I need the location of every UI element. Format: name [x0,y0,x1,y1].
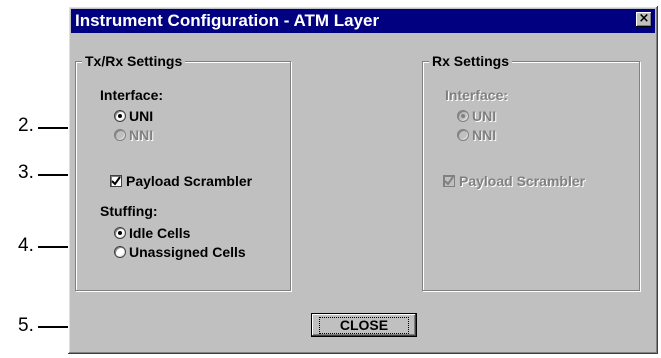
window-title: Instrument Configuration - ATM Layer [75,11,380,30]
radio-button-icon [114,129,126,141]
close-button[interactable]: CLOSE [311,313,417,337]
callout-4: 4. [18,235,34,256]
stuffing-unassigned-cells-label: Unassigned Cells [129,244,246,260]
rx-settings-legend: Rx Settings [429,52,513,70]
txrx-interface-uni-label: UNI [129,108,154,124]
title-bar[interactable]: Instrument Configuration - ATM Layer × [71,9,655,33]
stuffing-unassigned-cells-radio[interactable]: Unassigned Cells [114,243,246,261]
rx-interface-uni-radio[interactable]: UNI [457,107,496,125]
checkbox-checked-icon [443,175,455,187]
txrx-settings-group: Tx/Rx Settings Interface: UNI NNI Payloa… [75,52,291,291]
rx-payload-scrambler-checkbox[interactable]: Payload Scrambler [443,172,585,190]
close-icon[interactable]: × [636,12,652,27]
txrx-interface-label: Interface: [100,87,164,103]
rx-interface-nni-label: NNI [472,127,497,143]
txrx-interface-uni-radio[interactable]: UNI [114,107,153,125]
txrx-settings-legend: Tx/Rx Settings [82,52,186,70]
rx-interface-nni-radio[interactable]: NNI [457,126,496,144]
callout-5: 5. [18,315,34,336]
radio-button-icon [114,246,126,258]
rx-payload-scrambler-label: Payload Scrambler [459,173,586,189]
close-button-label: CLOSE [318,316,410,334]
radio-button-icon [114,227,126,239]
stuffing-idle-cells-label: Idle Cells [129,225,191,241]
txrx-payload-scrambler-label: Payload Scrambler [126,173,253,189]
callout-3: 3. [18,162,34,183]
checkbox-checked-icon [110,175,122,187]
radio-button-icon [114,110,126,122]
txrx-payload-scrambler-checkbox[interactable]: Payload Scrambler [110,172,252,190]
txrx-interface-nni-label: NNI [129,127,154,143]
txrx-stuffing-label: Stuffing: [100,203,158,219]
rx-interface-label: Interface: [445,87,509,103]
rx-settings-group: Rx Settings Interface: UNI NNI Payload S… [422,52,640,291]
radio-button-icon [457,110,469,122]
rx-interface-uni-label: UNI [472,108,497,124]
stuffing-idle-cells-radio[interactable]: Idle Cells [114,224,190,242]
callout-2: 2. [18,115,34,136]
dialog-window: Instrument Configuration - ATM Layer × T… [68,6,658,354]
txrx-interface-nni-radio[interactable]: NNI [114,126,153,144]
figure-stage: 2. 3. 4. 5. Instrument Configuration - A… [0,0,661,358]
radio-button-icon [457,129,469,141]
